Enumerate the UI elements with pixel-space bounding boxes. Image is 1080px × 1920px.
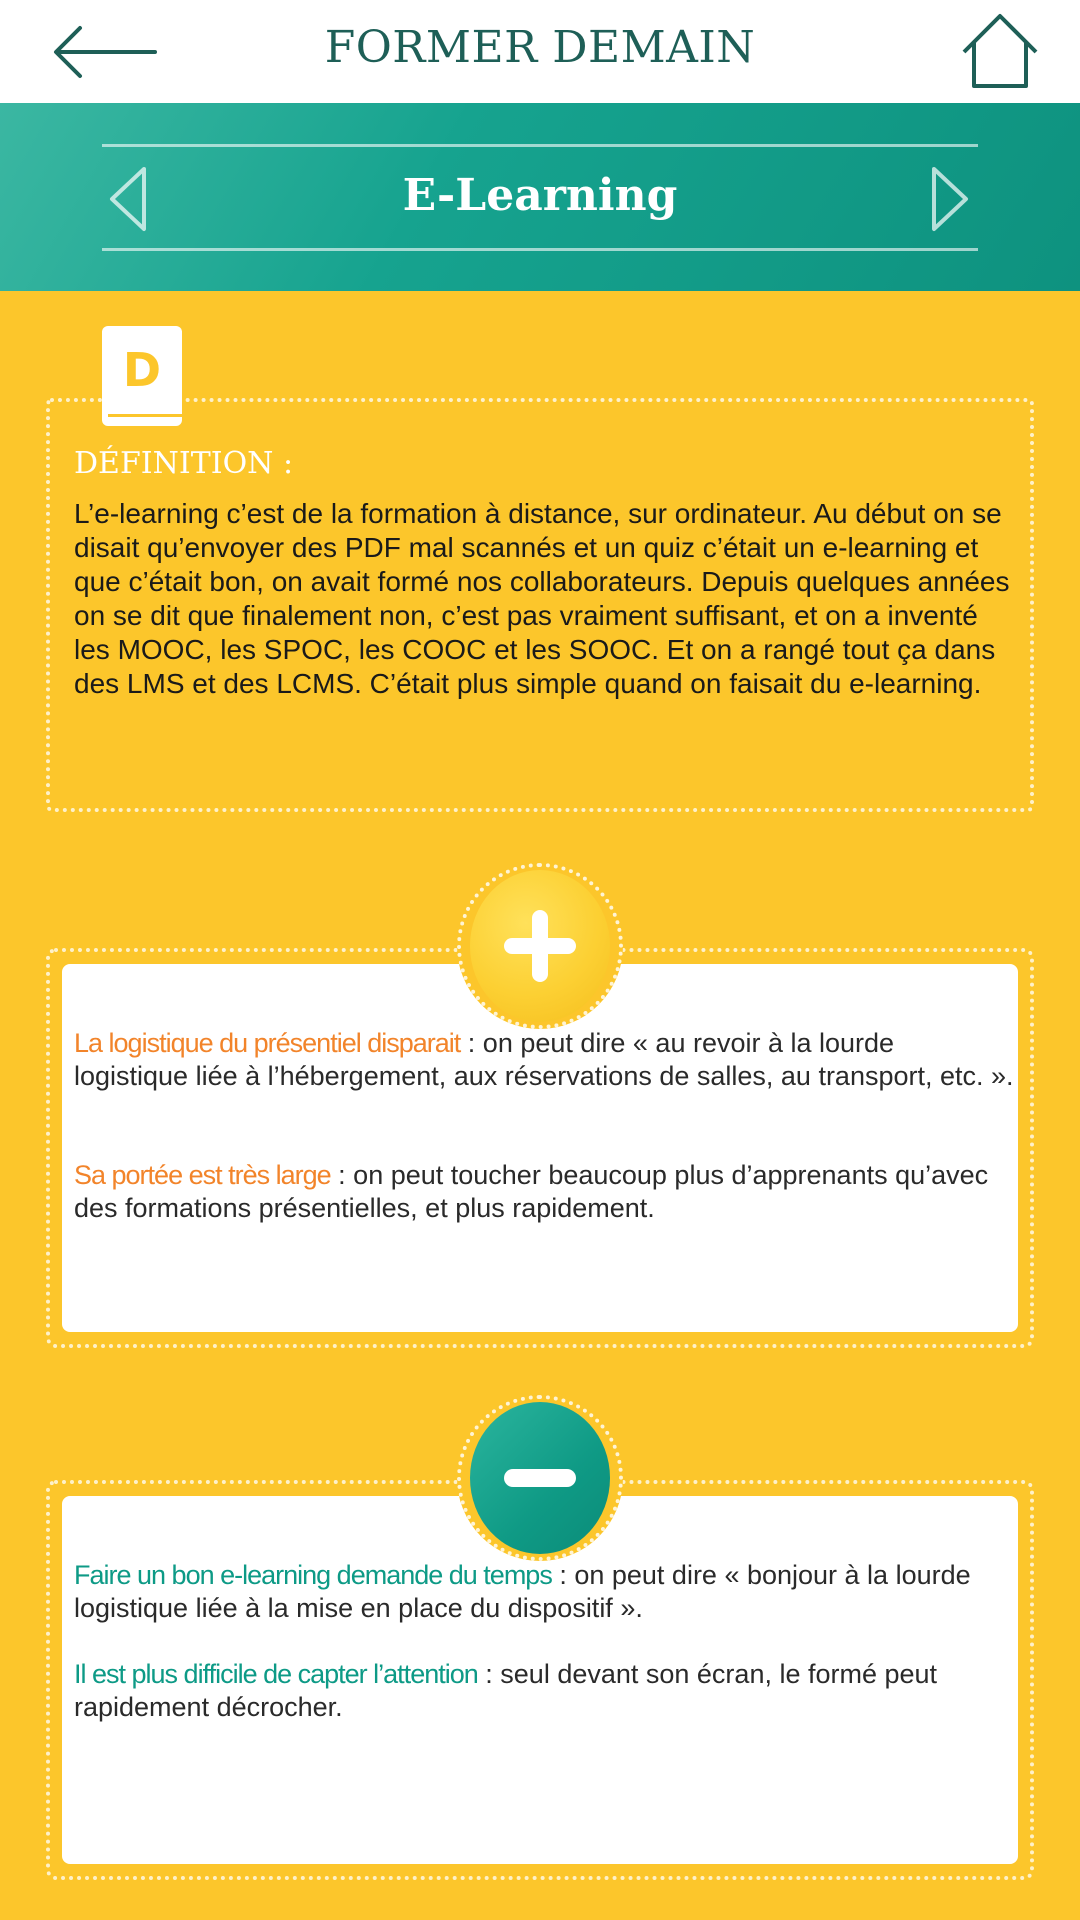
app-title: FORMER DEMAIN <box>324 22 756 73</box>
cons-item-2-heading: Il est plus difficile de capter l’attent… <box>74 1659 479 1689</box>
pros-item-1: La logistique du présentiel disparait : … <box>74 1027 1014 1093</box>
pros-item-2-heading: Sa portée est très large <box>74 1160 332 1190</box>
cons-item-1-separator: : <box>551 1560 575 1590</box>
book-d-icon: D <box>100 324 184 430</box>
definition-text: L’e-learning c’est de la formation à dis… <box>74 498 1010 699</box>
pros-badge <box>470 870 610 1022</box>
cons-item-2: Il est plus difficile de capter l’attent… <box>74 1658 1014 1724</box>
section-title: E-Learning <box>402 170 678 221</box>
page: FORMER DEMAIN E-Learning D DÉFINITION: … <box>0 0 1080 1920</box>
plus-icon <box>504 910 576 982</box>
cons-item-1: Faire un bon e-learning demande du temps… <box>74 1559 1014 1625</box>
section-banner: E-Learning <box>0 103 1080 291</box>
banner-divider-bottom <box>102 248 978 251</box>
cons-item-2-separator: : <box>477 1659 501 1689</box>
app-header: FORMER DEMAIN <box>0 0 1080 103</box>
cons-item-1-heading: Faire un bon e-learning demande du temps <box>74 1560 553 1590</box>
cons-badge <box>470 1402 610 1554</box>
chevron-right-icon <box>932 167 968 231</box>
home-icon <box>962 14 1038 88</box>
minus-icon <box>504 1469 576 1487</box>
home-button[interactable] <box>960 10 1040 90</box>
banner-divider-top <box>102 144 978 147</box>
pros-item-2: Sa portée est très large : on peut touch… <box>74 1159 1014 1225</box>
pros-item-1-separator: : <box>460 1028 483 1058</box>
book-letter: D <box>123 343 161 397</box>
next-section-button[interactable] <box>924 163 974 235</box>
definition-title: DÉFINITION : <box>74 446 294 481</box>
pros-item-1-heading: La logistique du présentiel disparait <box>74 1028 461 1058</box>
pros-item-2-separator: : <box>330 1160 354 1190</box>
